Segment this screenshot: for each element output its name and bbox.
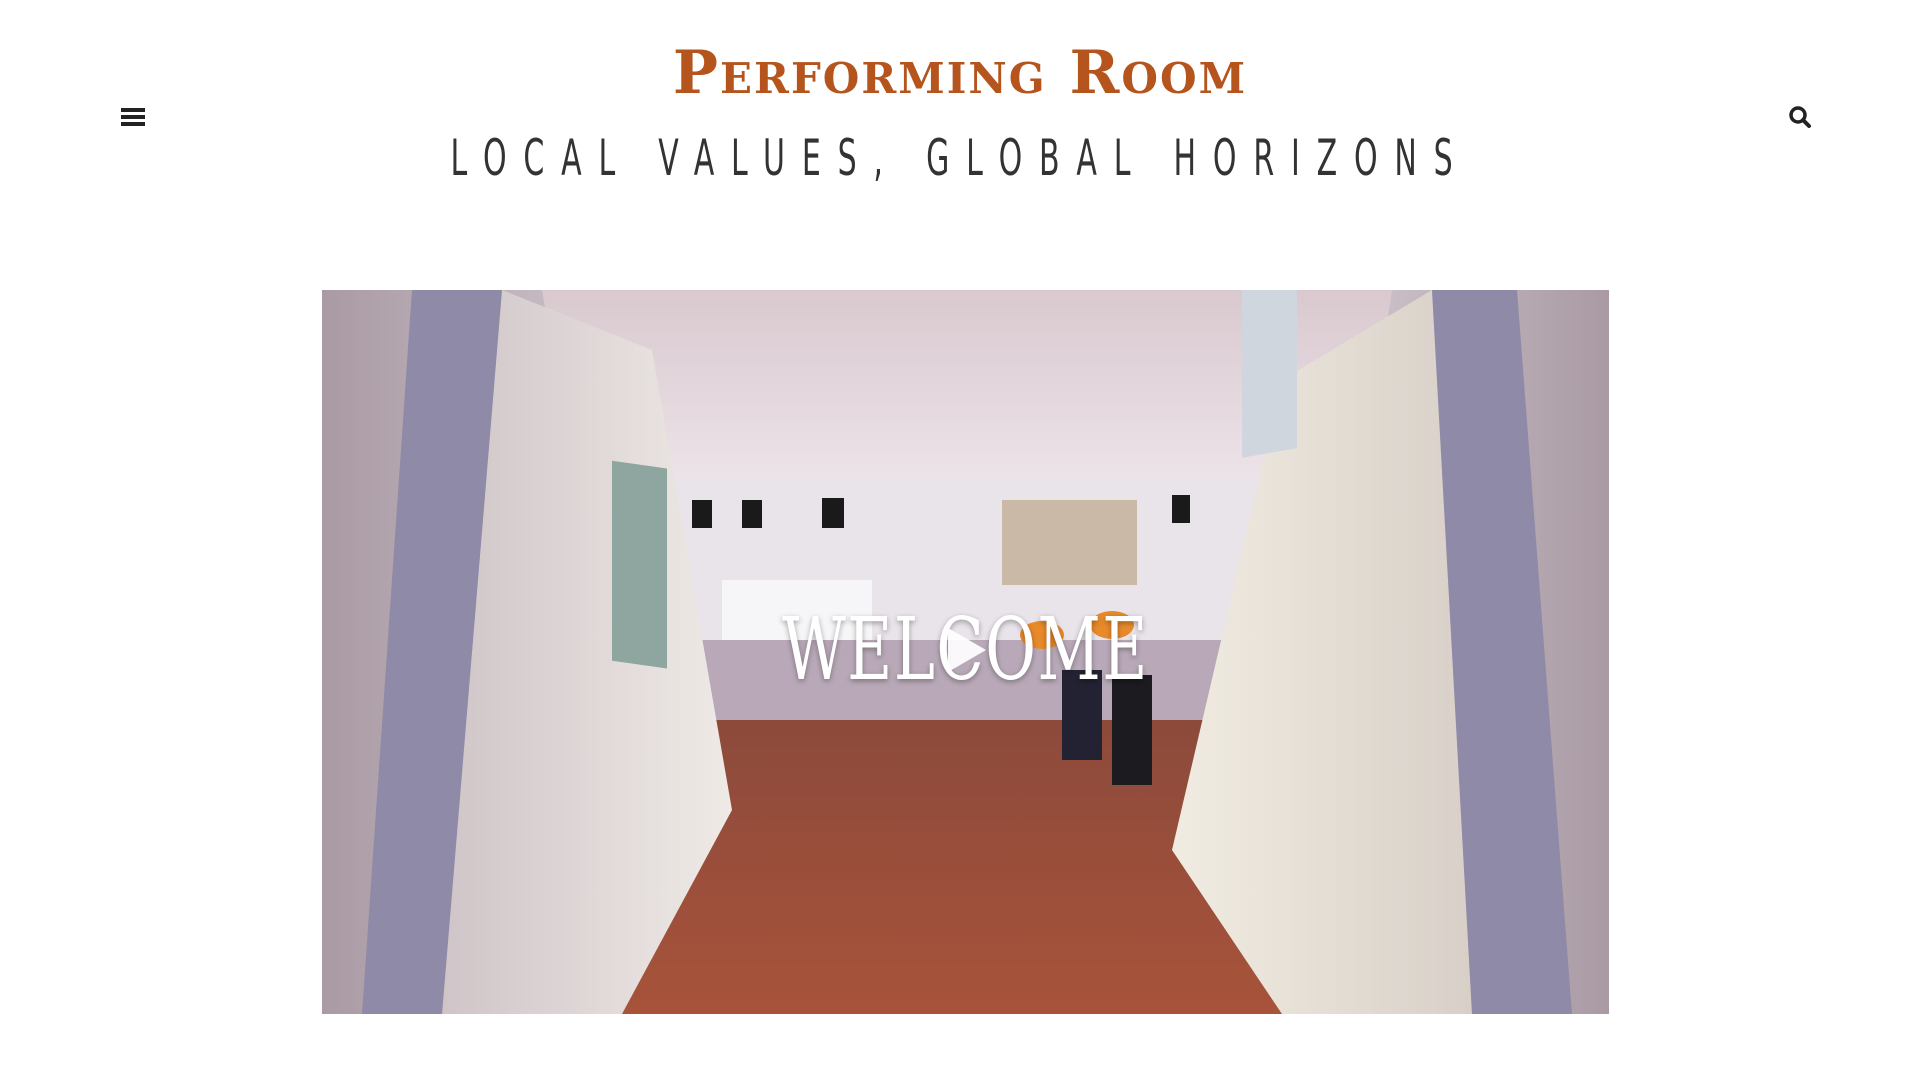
hamburger-menu-icon [121,108,145,126]
welcome-video[interactable]: WELCOME [322,290,1609,1014]
search-button[interactable] [1787,104,1813,130]
play-icon [948,628,986,672]
site-title[interactable]: Performing Room [0,38,1920,108]
page: Performing Room LOCAL VALUES, GLOBAL HOR… [0,0,1920,1080]
menu-button[interactable] [120,104,146,130]
tagline: LOCAL VALUES, GLOBAL HORIZONS [450,129,1470,187]
play-button[interactable] [944,626,988,674]
search-icon [1789,106,1811,128]
